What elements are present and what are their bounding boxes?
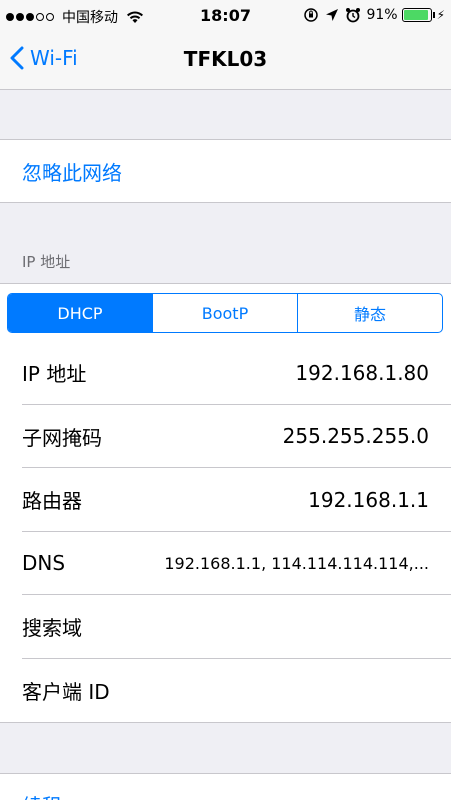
row-label: 路由器	[22, 489, 82, 514]
row-dns: DNS 192.168.1.1, 114.114.114.114,...	[0, 532, 451, 596]
row-value: 192.168.1.1	[308, 487, 429, 512]
segment-bootp[interactable]: BootP	[153, 294, 298, 332]
status-bar: 中国移动 18:07 91% ⚡	[0, 0, 451, 32]
alarm-icon	[346, 8, 361, 23]
battery-tip	[432, 12, 435, 18]
row-label: DNS	[22, 551, 66, 576]
row-label: 搜索域	[22, 616, 82, 641]
segment-static[interactable]: 静态	[298, 294, 442, 332]
ip-mode-segmented-control: DHCP BootP 静态	[7, 293, 443, 333]
row-label: IP 地址	[22, 362, 87, 387]
row-client-id: 客户端 ID	[0, 659, 451, 723]
row-value: 192.168.1.1, 114.114.114.114,...	[164, 553, 429, 573]
location-icon	[326, 9, 339, 21]
ip-mode-container: DHCP BootP 静态	[0, 283, 451, 341]
charging-icon: ⚡	[436, 8, 445, 22]
page-title: TFKL03	[183, 47, 268, 71]
status-right: 91% ⚡	[303, 7, 445, 23]
renew-lease-button[interactable]: 续租	[22, 790, 62, 800]
battery-icon	[401, 8, 432, 22]
row-label: 子网掩码	[22, 425, 102, 450]
row-search-domains: 搜索域	[0, 595, 451, 659]
forget-network-button[interactable]: 忽略此网络	[0, 140, 451, 202]
navigation-bar: Wi-Fi TFKL03	[0, 32, 451, 90]
battery-percent: 91%	[366, 7, 398, 23]
row-value: 255.255.255.0	[282, 424, 429, 449]
row-subnet-mask: 子网掩码 255.255.255.0	[0, 405, 451, 469]
ip-details-list: IP 地址 192.168.1.80 子网掩码 255.255.255.0 路由…	[0, 341, 451, 723]
row-value: 192.168.1.80	[295, 360, 429, 385]
battery-fill	[403, 10, 428, 20]
row-ip-address: IP 地址 192.168.1.80	[0, 341, 451, 405]
forget-network-group: 忽略此网络	[0, 139, 451, 203]
renew-lease-group: 续租	[0, 773, 451, 800]
orientation-lock-icon	[304, 8, 319, 22]
row-label: 客户端 ID	[22, 679, 110, 704]
segment-dhcp[interactable]: DHCP	[8, 294, 153, 332]
ip-section-header: IP 地址	[22, 253, 71, 271]
row-router: 路由器 192.168.1.1	[0, 468, 451, 532]
